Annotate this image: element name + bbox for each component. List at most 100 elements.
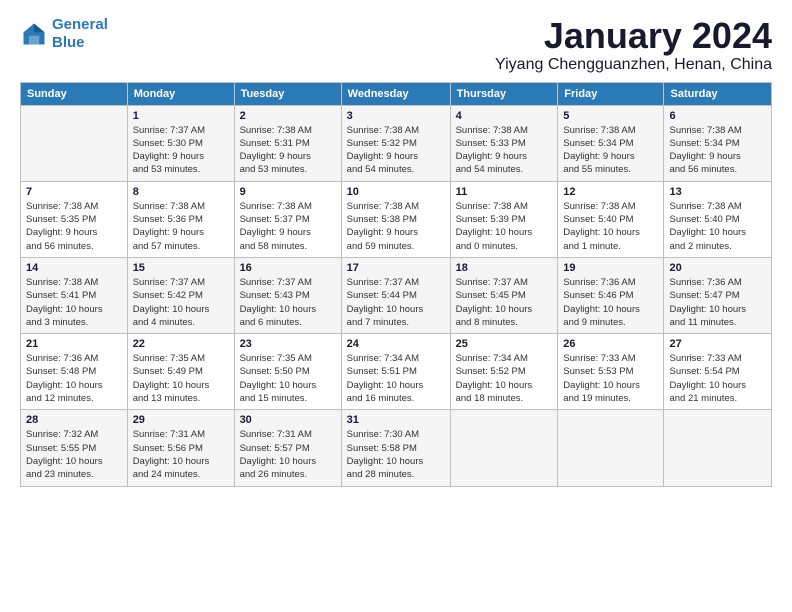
day-info: Sunrise: 7:38 AM Sunset: 5:32 PM Dayligh… bbox=[347, 124, 445, 177]
day-number: 21 bbox=[26, 338, 122, 350]
day-number: 12 bbox=[563, 186, 658, 198]
header-monday: Monday bbox=[127, 82, 234, 105]
day-number: 31 bbox=[347, 414, 445, 426]
day-info: Sunrise: 7:37 AM Sunset: 5:42 PM Dayligh… bbox=[133, 276, 229, 329]
calendar-cell: 23Sunrise: 7:35 AM Sunset: 5:50 PM Dayli… bbox=[234, 334, 341, 410]
calendar-cell: 6 Sunrise: 7:38 AM Sunset: 5:34 PM Daylig… bbox=[664, 105, 772, 181]
day-info: Sunrise: 7:32 AM Sunset: 5:55 PM Dayligh… bbox=[26, 428, 122, 481]
header-sunday: Sunday bbox=[21, 82, 128, 105]
day-info: Sunrise: 7:37 AM Sunset: 5:45 PM Dayligh… bbox=[456, 276, 553, 329]
day-number: 15 bbox=[133, 262, 229, 274]
day-info: Sunrise: 7:35 AM Sunset: 5:49 PM Dayligh… bbox=[133, 352, 229, 405]
calendar-cell: 22Sunrise: 7:35 AM Sunset: 5:49 PM Dayli… bbox=[127, 334, 234, 410]
header-saturday: Saturday bbox=[664, 82, 772, 105]
title-block: January 2024 Yiyang Chengguanzhen, Henan… bbox=[495, 16, 772, 74]
calendar-cell: 15 Sunrise: 7:37 AM Sunset: 5:42 PM Dayli… bbox=[127, 257, 234, 333]
day-number: 24 bbox=[347, 338, 445, 350]
calendar-cell: 8 Sunrise: 7:38 AM Sunset: 5:36 PM Daylig… bbox=[127, 181, 234, 257]
day-number: 26 bbox=[563, 338, 658, 350]
header: General Blue January 2024 Yiyang Chenggu… bbox=[20, 16, 772, 74]
calendar-cell bbox=[21, 105, 128, 181]
day-info: Sunrise: 7:36 AM Sunset: 5:47 PM Dayligh… bbox=[669, 276, 766, 329]
day-info: Sunrise: 7:36 AM Sunset: 5:48 PM Dayligh… bbox=[26, 352, 122, 405]
day-number: 30 bbox=[240, 414, 336, 426]
calendar-table: Sunday Monday Tuesday Wednesday Thursday… bbox=[20, 82, 772, 487]
calendar-cell: 10Sunrise: 7:38 AM Sunset: 5:38 PM Dayli… bbox=[341, 181, 450, 257]
logo: General Blue bbox=[20, 16, 108, 52]
calendar-cell: 2 Sunrise: 7:38 AM Sunset: 5:31 PM Daylig… bbox=[234, 105, 341, 181]
day-info: Sunrise: 7:38 AM Sunset: 5:40 PM Dayligh… bbox=[669, 200, 766, 253]
day-info: Sunrise: 7:34 AM Sunset: 5:51 PM Dayligh… bbox=[347, 352, 445, 405]
logo-icon bbox=[20, 20, 48, 48]
logo-line1: General bbox=[52, 16, 108, 33]
calendar-cell: 30 Sunrise: 7:31 AM Sunset: 5:57 PM Dayli… bbox=[234, 410, 341, 486]
week-row-1: 1 Sunrise: 7:37 AM Sunset: 5:30 PM Daylig… bbox=[21, 105, 772, 181]
month-title: January 2024 bbox=[495, 16, 772, 56]
calendar-cell: 18Sunrise: 7:37 AM Sunset: 5:45 PM Dayli… bbox=[450, 257, 558, 333]
header-row: Sunday Monday Tuesday Wednesday Thursday… bbox=[21, 82, 772, 105]
day-info: Sunrise: 7:37 AM Sunset: 5:44 PM Dayligh… bbox=[347, 276, 445, 329]
day-info: Sunrise: 7:38 AM Sunset: 5:41 PM Dayligh… bbox=[26, 276, 122, 329]
day-info: Sunrise: 7:38 AM Sunset: 5:37 PM Dayligh… bbox=[240, 200, 336, 253]
day-number: 2 bbox=[240, 110, 336, 122]
calendar-cell: 5Sunrise: 7:38 AM Sunset: 5:34 PM Daylig… bbox=[558, 105, 664, 181]
calendar-cell: 20 Sunrise: 7:36 AM Sunset: 5:47 PM Dayli… bbox=[664, 257, 772, 333]
calendar-cell: 27 Sunrise: 7:33 AM Sunset: 5:54 PM Dayli… bbox=[664, 334, 772, 410]
header-friday: Friday bbox=[558, 82, 664, 105]
day-number: 3 bbox=[347, 110, 445, 122]
calendar-cell: 3 Sunrise: 7:38 AM Sunset: 5:32 PM Daylig… bbox=[341, 105, 450, 181]
calendar-cell: 7Sunrise: 7:38 AM Sunset: 5:35 PM Daylig… bbox=[21, 181, 128, 257]
day-info: Sunrise: 7:33 AM Sunset: 5:53 PM Dayligh… bbox=[563, 352, 658, 405]
calendar-cell: 31Sunrise: 7:30 AM Sunset: 5:58 PM Dayli… bbox=[341, 410, 450, 486]
calendar-cell: 17 Sunrise: 7:37 AM Sunset: 5:44 PM Dayli… bbox=[341, 257, 450, 333]
day-info: Sunrise: 7:38 AM Sunset: 5:34 PM Dayligh… bbox=[669, 124, 766, 177]
day-info: Sunrise: 7:38 AM Sunset: 5:36 PM Dayligh… bbox=[133, 200, 229, 253]
day-number: 4 bbox=[456, 110, 553, 122]
day-number: 17 bbox=[347, 262, 445, 274]
calendar-cell: 4 Sunrise: 7:38 AM Sunset: 5:33 PM Daylig… bbox=[450, 105, 558, 181]
calendar-cell bbox=[558, 410, 664, 486]
day-info: Sunrise: 7:38 AM Sunset: 5:33 PM Dayligh… bbox=[456, 124, 553, 177]
day-number: 20 bbox=[669, 262, 766, 274]
calendar-cell: 1 Sunrise: 7:37 AM Sunset: 5:30 PM Daylig… bbox=[127, 105, 234, 181]
day-number: 5 bbox=[563, 110, 658, 122]
week-row-3: 14Sunrise: 7:38 AM Sunset: 5:41 PM Dayli… bbox=[21, 257, 772, 333]
day-number: 13 bbox=[669, 186, 766, 198]
calendar-cell: 9 Sunrise: 7:38 AM Sunset: 5:37 PM Daylig… bbox=[234, 181, 341, 257]
day-info: Sunrise: 7:36 AM Sunset: 5:46 PM Dayligh… bbox=[563, 276, 658, 329]
day-info: Sunrise: 7:35 AM Sunset: 5:50 PM Dayligh… bbox=[240, 352, 336, 405]
day-number: 9 bbox=[240, 186, 336, 198]
day-info: Sunrise: 7:38 AM Sunset: 5:31 PM Dayligh… bbox=[240, 124, 336, 177]
day-info: Sunrise: 7:34 AM Sunset: 5:52 PM Dayligh… bbox=[456, 352, 553, 405]
calendar-cell: 16Sunrise: 7:37 AM Sunset: 5:43 PM Dayli… bbox=[234, 257, 341, 333]
day-info: Sunrise: 7:31 AM Sunset: 5:56 PM Dayligh… bbox=[133, 428, 229, 481]
calendar-cell bbox=[664, 410, 772, 486]
day-info: Sunrise: 7:37 AM Sunset: 5:43 PM Dayligh… bbox=[240, 276, 336, 329]
calendar-cell: 12 Sunrise: 7:38 AM Sunset: 5:40 PM Dayli… bbox=[558, 181, 664, 257]
day-number: 19 bbox=[563, 262, 658, 274]
page-container: General Blue January 2024 Yiyang Chenggu… bbox=[0, 0, 792, 497]
logo-text: General Blue bbox=[52, 16, 108, 52]
header-thursday: Thursday bbox=[450, 82, 558, 105]
calendar-cell: 11Sunrise: 7:38 AM Sunset: 5:39 PM Dayli… bbox=[450, 181, 558, 257]
day-info: Sunrise: 7:38 AM Sunset: 5:40 PM Dayligh… bbox=[563, 200, 658, 253]
calendar-cell: 29 Sunrise: 7:31 AM Sunset: 5:56 PM Dayli… bbox=[127, 410, 234, 486]
calendar-cell: 19 Sunrise: 7:36 AM Sunset: 5:46 PM Dayli… bbox=[558, 257, 664, 333]
day-number: 27 bbox=[669, 338, 766, 350]
week-row-2: 7Sunrise: 7:38 AM Sunset: 5:35 PM Daylig… bbox=[21, 181, 772, 257]
day-number: 29 bbox=[133, 414, 229, 426]
location-title: Yiyang Chengguanzhen, Henan, China bbox=[495, 56, 772, 74]
day-info: Sunrise: 7:33 AM Sunset: 5:54 PM Dayligh… bbox=[669, 352, 766, 405]
day-number: 8 bbox=[133, 186, 229, 198]
day-number: 6 bbox=[669, 110, 766, 122]
day-number: 1 bbox=[133, 110, 229, 122]
header-wednesday: Wednesday bbox=[341, 82, 450, 105]
day-info: Sunrise: 7:31 AM Sunset: 5:57 PM Dayligh… bbox=[240, 428, 336, 481]
calendar-cell: 26 Sunrise: 7:33 AM Sunset: 5:53 PM Dayli… bbox=[558, 334, 664, 410]
calendar-cell: 25Sunrise: 7:34 AM Sunset: 5:52 PM Dayli… bbox=[450, 334, 558, 410]
calendar-cell bbox=[450, 410, 558, 486]
calendar-cell: 21 Sunrise: 7:36 AM Sunset: 5:48 PM Dayli… bbox=[21, 334, 128, 410]
day-info: Sunrise: 7:37 AM Sunset: 5:30 PM Dayligh… bbox=[133, 124, 229, 177]
day-number: 28 bbox=[26, 414, 122, 426]
calendar-cell: 24 Sunrise: 7:34 AM Sunset: 5:51 PM Dayli… bbox=[341, 334, 450, 410]
